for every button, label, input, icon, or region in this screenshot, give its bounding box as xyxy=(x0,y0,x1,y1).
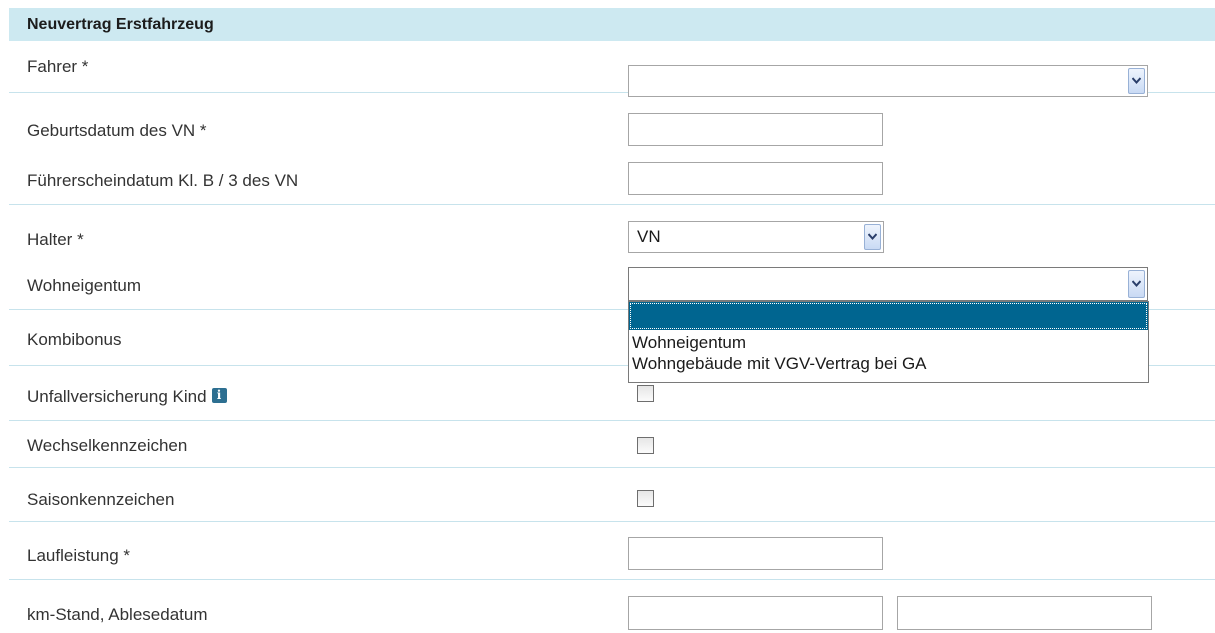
halter-label: Halter * xyxy=(27,230,84,249)
geburtsdatum-input[interactable] xyxy=(628,113,883,146)
row-fuehrerscheindatum: Führerscheindatum Kl. B / 3 des VN xyxy=(9,149,1215,205)
unfallversicherung-label: Unfallversicherung Kind xyxy=(27,387,207,406)
laufleistung-input[interactable] xyxy=(628,537,883,570)
geburtsdatum-label: Geburtsdatum des VN * xyxy=(27,121,207,140)
fahrer-label: Fahrer * xyxy=(27,57,89,76)
ablesedatum-input[interactable] xyxy=(897,596,1152,630)
unfallversicherung-label-wrap: Unfallversicherung Kind i xyxy=(27,387,227,407)
row-wechselkennzeichen: Wechselkennzeichen xyxy=(9,421,1215,468)
wechselkennzeichen-label: Wechselkennzeichen xyxy=(27,436,188,455)
dropdown-option-empty[interactable] xyxy=(629,302,1148,330)
km-stand-label: km-Stand, Ablesedatum xyxy=(27,605,208,624)
fuehrerscheindatum-input[interactable] xyxy=(628,162,883,195)
wohneigentum-select[interactable] xyxy=(628,267,1148,301)
row-saisonkennzeichen: Saisonkennzeichen xyxy=(9,468,1215,522)
row-halter: Halter * xyxy=(9,205,1215,258)
fuehrerscheindatum-label: Führerscheindatum Kl. B / 3 des VN xyxy=(27,171,299,190)
saisonkennzeichen-checkbox[interactable] xyxy=(637,490,654,507)
wechselkennzeichen-checkbox[interactable] xyxy=(637,437,654,454)
saisonkennzeichen-label: Saisonkennzeichen xyxy=(27,490,175,509)
row-laufleistung: Laufleistung * xyxy=(9,522,1215,580)
dropdown-option-wohngebaeude[interactable]: Wohngebäude mit VGV-Vertrag bei GA xyxy=(629,353,1148,374)
wohneigentum-label: Wohneigentum xyxy=(27,276,142,295)
km-stand-input[interactable] xyxy=(628,596,883,630)
row-geburtsdatum: Geburtsdatum des VN * xyxy=(9,93,1215,149)
laufleistung-label: Laufleistung * xyxy=(27,546,131,565)
kombibonus-label: Kombibonus xyxy=(27,330,122,349)
section-title: Neuvertrag Erstfahrzeug xyxy=(27,16,214,33)
neuvertrag-form: Neuvertrag Erstfahrzeug xyxy=(9,8,1215,41)
halter-select-value: VN xyxy=(637,227,661,246)
wohneigentum-dropdown-list[interactable]: Wohneigentum Wohngebäude mit VGV-Vertrag… xyxy=(628,301,1149,383)
section-header: Neuvertrag Erstfahrzeug xyxy=(9,8,1215,41)
dropdown-option-wohneigentum[interactable]: Wohneigentum xyxy=(629,332,1148,353)
unfallversicherung-checkbox[interactable] xyxy=(637,385,654,402)
halter-select[interactable]: VN xyxy=(628,221,884,253)
chevron-down-icon[interactable] xyxy=(1128,270,1145,298)
chevron-down-icon[interactable] xyxy=(864,224,881,250)
info-icon[interactable]: i xyxy=(211,388,227,403)
chevron-down-icon[interactable] xyxy=(1128,68,1145,94)
